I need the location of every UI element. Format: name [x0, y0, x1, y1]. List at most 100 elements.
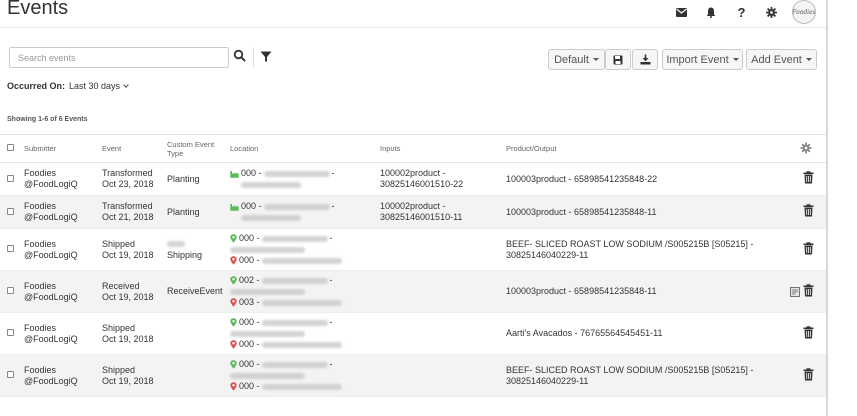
location-line	[230, 370, 380, 381]
factory-icon	[230, 203, 239, 211]
search-placeholder: Search events	[18, 52, 76, 63]
redacted-text	[263, 203, 330, 210]
save-icon	[613, 55, 623, 64]
redacted-text	[261, 257, 342, 264]
note-icon[interactable]	[790, 286, 800, 297]
output-cell: BEEF- SLICED ROAST LOW SODIUM /S005215B …	[506, 354, 786, 397]
event-cell: Shipped Oct 19, 2018	[102, 312, 167, 355]
column-location[interactable]: Location	[230, 134, 380, 163]
row-checkbox[interactable]	[7, 329, 14, 336]
inputs-cell	[380, 228, 506, 271]
custom-type-cell: ReceiveEvent	[167, 270, 230, 313]
caret-down-icon	[805, 58, 812, 61]
location-line: 000 - -	[230, 201, 380, 212]
location-line: 000 -	[230, 381, 380, 392]
column-inputs[interactable]: Inputs	[380, 134, 506, 163]
filter-icon[interactable]	[260, 50, 274, 64]
row-actions-cell	[786, 228, 826, 271]
redacted-text	[261, 277, 328, 284]
output-cell: 100003product - 65898541235848-11	[506, 195, 786, 229]
event-cell: Shipped Oct 19, 2018	[102, 228, 167, 271]
trash-icon[interactable]	[803, 283, 814, 297]
table-row[interactable]: Foodies @FoodLogiQ Transformed Oct 21, 201…	[0, 195, 826, 229]
location-code: 000 -	[241, 201, 262, 211]
trash-icon[interactable]	[803, 325, 814, 339]
column-custom-type-line2: Type	[167, 148, 184, 158]
table-row[interactable]: Foodies @FoodLogiQ Received Oct 19, 2018 R…	[0, 270, 826, 313]
row-select-cell	[0, 354, 24, 397]
column-submitter[interactable]: Submitter	[24, 134, 102, 163]
event-date: Oct 21, 2018	[102, 212, 154, 222]
inputs-cell: 100002product -30825146001510-11	[380, 195, 506, 229]
occurred-on-value[interactable]: Last 30 days	[69, 81, 120, 91]
save-view-button[interactable]	[605, 49, 631, 70]
showing-count: Showing 1-6 of 6 Events	[7, 116, 88, 123]
table-header: Submitter Event Custom Event Type Locatio…	[0, 134, 826, 163]
location-dash: -	[329, 317, 333, 327]
location-line: 002 - -	[230, 275, 380, 286]
row-checkbox[interactable]	[7, 245, 14, 252]
trash-icon[interactable]	[803, 204, 814, 217]
redacted-text	[263, 170, 330, 177]
submitter-handle: @FoodLogiQ	[24, 375, 78, 386]
trash-icon[interactable]	[803, 171, 814, 184]
import-event-button[interactable]: Import Event	[662, 49, 743, 70]
inputs-cell: 100002product -30825146001510-22	[380, 162, 506, 196]
column-settings-icon[interactable]	[800, 142, 812, 154]
toolbar-divider	[253, 47, 254, 67]
output-line: 100003product - 65898541235848-22	[506, 173, 658, 184]
caret-down-icon	[592, 58, 599, 61]
location-code: 002 -	[239, 275, 260, 285]
redacted-text	[261, 383, 342, 390]
location-line	[230, 212, 380, 223]
custom-event-type: ReceiveEvent	[167, 286, 223, 296]
trash-icon[interactable]	[803, 241, 814, 255]
avatar[interactable]: Foodies	[792, 0, 816, 24]
column-output[interactable]: Product/Output	[506, 134, 786, 163]
occurred-on-filter[interactable]: Occurred On: Last 30 days	[7, 81, 129, 91]
default-view-button[interactable]: Default	[548, 49, 605, 70]
select-all-cell	[0, 134, 24, 163]
location-line: 000 -	[230, 339, 380, 350]
location-code: 000 -	[239, 233, 260, 243]
column-custom-type[interactable]: Custom Event Type	[167, 134, 230, 163]
table-row[interactable]: Foodies @FoodLogiQ Shipped Oct 19, 2018 Sh…	[0, 228, 826, 271]
redacted-text	[261, 235, 328, 242]
row-checkbox[interactable]	[7, 207, 14, 215]
top-icons: ? Foodies	[666, 0, 816, 24]
envelope-icon[interactable]	[666, 1, 696, 23]
gear-icon[interactable]	[756, 1, 786, 23]
row-checkbox[interactable]	[7, 287, 14, 294]
search-icon[interactable]	[233, 49, 247, 65]
bell-icon[interactable]	[696, 1, 726, 23]
location-line	[230, 286, 380, 297]
chevron-down-icon	[123, 82, 129, 88]
table-row[interactable]: Foodies @FoodLogiQ Transformed Oct 23, 201…	[0, 162, 826, 196]
download-button[interactable]	[632, 49, 658, 70]
trash-icon[interactable]	[803, 367, 814, 381]
help-icon[interactable]: ?	[726, 1, 756, 23]
submitter-cell: Foodies @FoodLogiQ	[24, 195, 102, 229]
add-event-button[interactable]: Add Event	[746, 49, 817, 70]
submitter-name: Foodies	[24, 168, 57, 178]
submitter-cell: Foodies @FoodLogiQ	[24, 270, 102, 313]
event-cell: Received Oct 19, 2018	[102, 270, 167, 313]
column-event[interactable]: Event	[102, 134, 167, 163]
event-date: Oct 19, 2018	[102, 249, 154, 260]
row-checkbox[interactable]	[7, 371, 14, 378]
location-cell: 000 - - 000 -	[230, 228, 380, 271]
custom-type-cell: Planting	[167, 195, 230, 229]
column-custom-type-line1: Custom Event	[167, 139, 215, 149]
output-cell: 100003product - 65898541235848-11	[506, 270, 786, 313]
inputs-cell	[380, 354, 506, 397]
search-input[interactable]: Search events	[9, 47, 229, 68]
location-code: 000 -	[239, 381, 260, 391]
table-row[interactable]: Foodies @FoodLogiQ Shipped Oct 19, 2018 00…	[0, 312, 826, 355]
table-row[interactable]: Foodies @FoodLogiQ Shipped Oct 19, 2018 00…	[0, 354, 826, 397]
event-type: Shipped	[102, 238, 136, 249]
redacted-text	[230, 372, 305, 379]
row-checkbox[interactable]	[7, 174, 14, 182]
select-all-checkbox[interactable]	[7, 144, 14, 151]
location-line: 000 -	[230, 255, 380, 266]
location-line: 003 -	[230, 297, 380, 308]
